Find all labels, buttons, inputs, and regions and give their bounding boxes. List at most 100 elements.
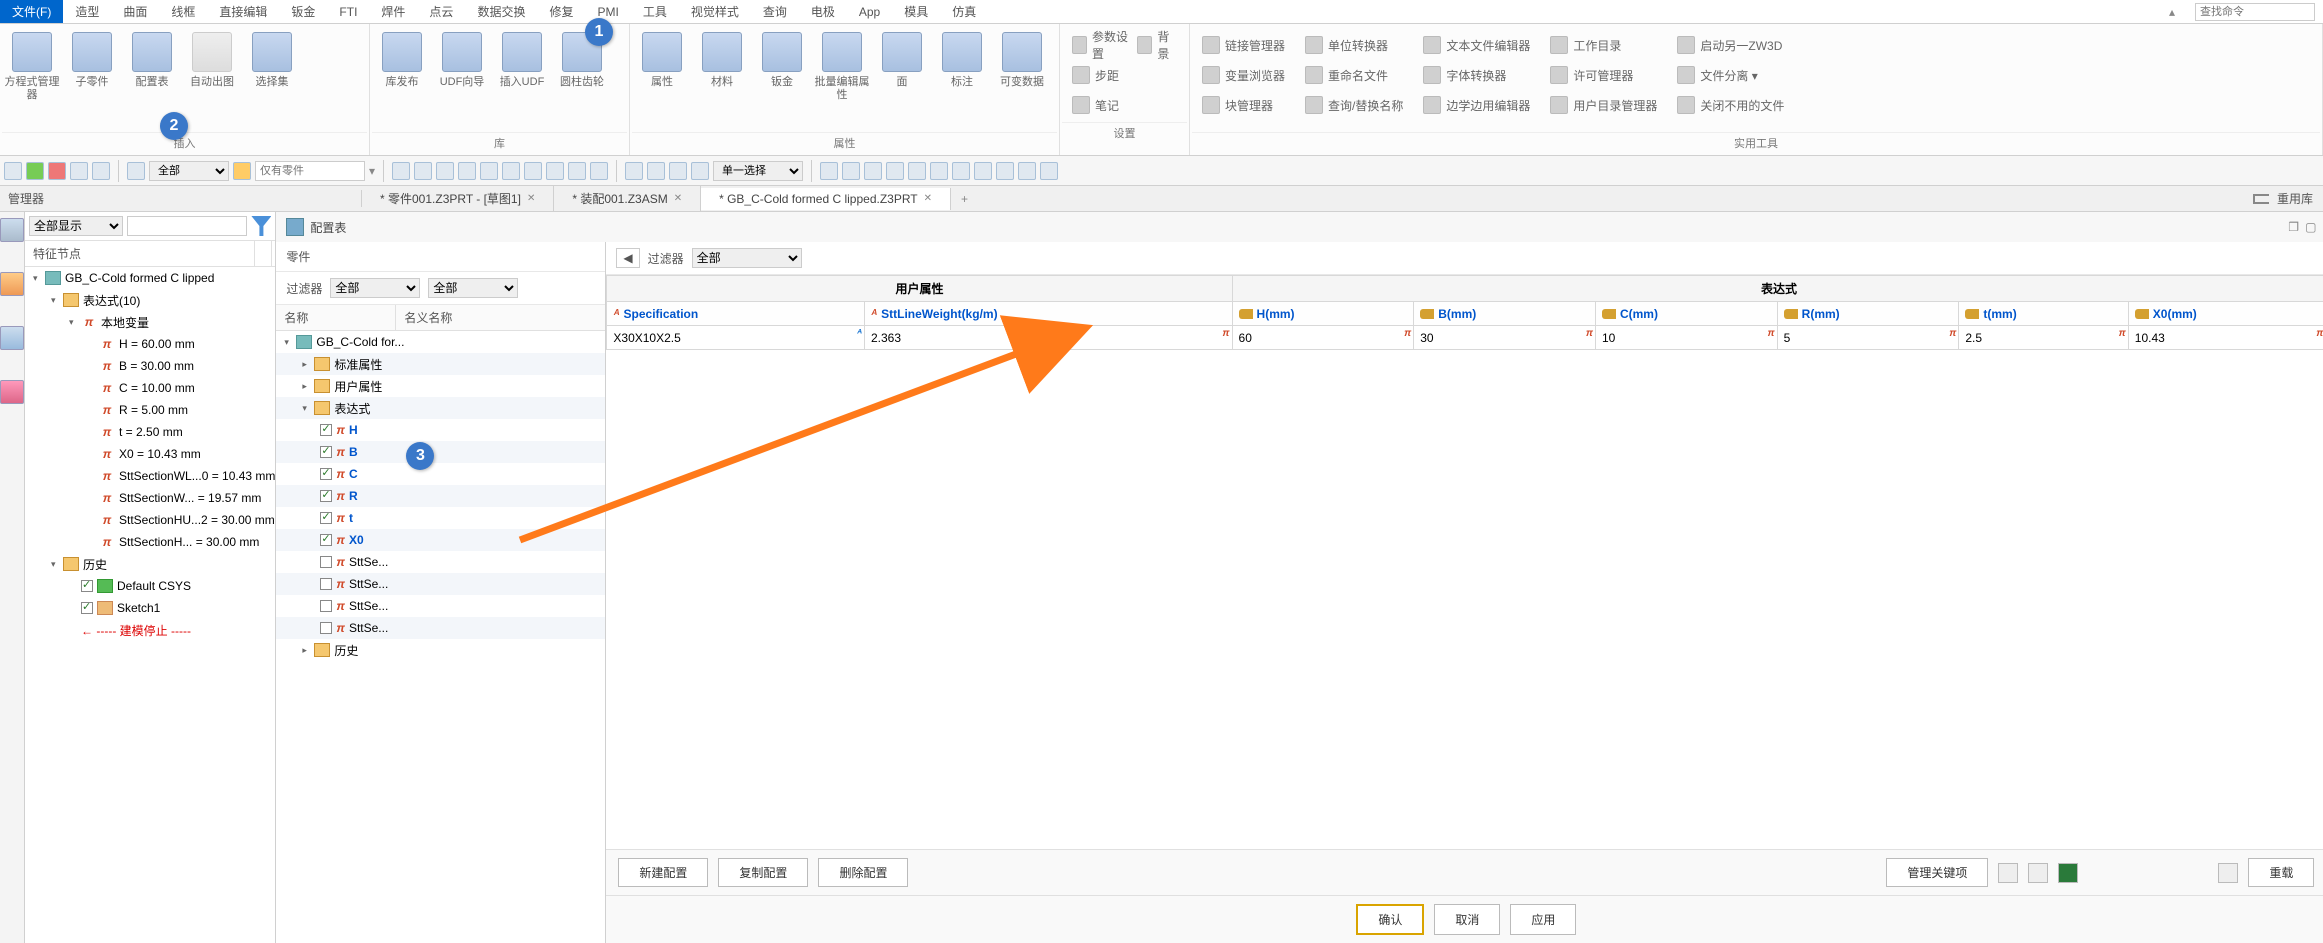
add-tab-button[interactable]: + [951,188,978,210]
tree-row[interactable]: πH = 60.00 mm [25,333,275,355]
config-tree-row[interactable]: πB [276,441,605,463]
cube-view-icon[interactable] [0,272,24,296]
cancel-button[interactable]: 取消 [1434,904,1500,935]
launch-another-button[interactable]: 启动另一ZW3D [1673,30,1788,60]
toolbar-icon[interactable] [974,162,992,180]
lib-publish-button[interactable]: 库发布 [372,28,432,132]
toolbar-icon[interactable] [414,162,432,180]
reuse-library-label[interactable]: 重用库 [2277,190,2323,207]
tree-row[interactable]: ▾历史 [25,553,275,575]
table-header[interactable]: R(mm) [1777,302,1959,326]
delete-config-button[interactable]: 删除配置 [818,858,908,887]
toolbar-icon[interactable] [930,162,948,180]
menu-item[interactable]: 查询 [751,0,799,23]
license-button[interactable]: 许可管理器 [1546,60,1661,90]
excel-icon[interactable] [2058,863,2078,883]
command-search-input[interactable] [2195,3,2315,21]
table-cell[interactable]: 10π [1595,326,1777,350]
tree-row[interactable]: πt = 2.50 mm [25,421,275,443]
maximize-icon[interactable]: ▢ [2305,220,2316,234]
manage-keys-button[interactable]: 管理关键项 [1886,858,1988,887]
table-header[interactable]: C(mm) [1595,302,1777,326]
tree-row[interactable]: Sketch1 [25,597,275,619]
new-config-button[interactable]: 新建配置 [618,858,708,887]
toolbar-icon[interactable] [952,162,970,180]
close-icon[interactable]: ✕ [527,193,535,204]
config-tree-row[interactable]: πR [276,485,605,507]
grid-icon[interactable] [70,162,88,180]
annotate-button[interactable]: 标注 [932,28,992,132]
tree-row[interactable]: πB = 30.00 mm [25,355,275,377]
toolbar-icon[interactable] [568,162,586,180]
note-button[interactable]: 笔记 [1068,90,1181,120]
tree-row[interactable]: ▾GB_C-Cold formed C lipped [25,267,275,289]
config-tree-row[interactable]: πH [276,419,605,441]
menu-item[interactable]: App [847,2,892,22]
apply-button[interactable]: 应用 [1510,904,1576,935]
nav-prev-button[interactable]: ◀ [616,248,639,268]
cube-icon[interactable] [233,162,251,180]
table-cell[interactable]: 10.43π [2128,326,2323,350]
toolbar-icon[interactable] [842,162,860,180]
toolbar-icon[interactable] [625,162,643,180]
table-cell[interactable]: 2.5π [1959,326,2128,350]
dots-icon[interactable] [92,162,110,180]
toolbar-icon[interactable] [996,162,1014,180]
menu-item[interactable]: 焊件 [369,0,417,23]
file-tab-active[interactable]: * GB_C-Cold formed C lipped.Z3PRT✕ [701,188,951,210]
toolbar-icon[interactable] [458,162,476,180]
file-tab[interactable]: * 装配001.Z3ASM✕ [554,186,701,211]
selectset-button[interactable]: 选择集 [242,28,302,132]
table-header[interactable]: ᴬSpecification [607,302,865,326]
tree-row[interactable]: πSttSectionWL...0 = 10.43 mm [25,465,275,487]
toolbar-icon[interactable] [691,162,709,180]
tree-row[interactable]: Default CSYS [25,575,275,597]
vardata-button[interactable]: 可变数据 [992,28,1052,132]
menu-item[interactable]: 线框 [159,0,207,23]
toolbar-icon[interactable] [886,162,904,180]
config-tree-row[interactable]: ▸历史 [276,639,605,661]
config-tree-row[interactable]: πSttSe... [276,573,605,595]
step-button[interactable]: 步距 [1068,60,1181,90]
minimize-ribbon-icon[interactable]: ▴ [2169,5,2175,19]
table-cell[interactable]: 60π [1232,326,1414,350]
tree-row[interactable]: πC = 10.00 mm [25,377,275,399]
find-replace-button[interactable]: 查询/替换名称 [1301,90,1407,120]
feature-tree[interactable]: ▾GB_C-Cold formed C lipped▾表达式(10)▾π本地变量… [25,267,275,943]
learn-editor-button[interactable]: 边学边用编辑器 [1419,90,1534,120]
copy-config-button[interactable]: 复制配置 [718,858,808,887]
subpart-button[interactable]: 子零件 [62,28,122,132]
manager-search-input[interactable] [127,216,247,236]
menu-item[interactable]: 电极 [799,0,847,23]
equation-manager-button[interactable]: 方程式管理器 [2,28,62,132]
table-header[interactable]: B(mm) [1414,302,1596,326]
batch-edit-button[interactable]: 批量编辑属性 [812,28,872,132]
filter-input[interactable] [255,161,365,181]
toolbar-icon[interactable] [820,162,838,180]
menu-tools[interactable]: 工具 [631,0,679,23]
menu-item[interactable]: 点云 [417,0,465,23]
config-tree-row[interactable]: πSttSe... [276,551,605,573]
face-button[interactable]: 面 [872,28,932,132]
table-header[interactable]: H(mm) [1232,302,1414,326]
udf-guide-button[interactable]: UDF向导 [432,28,492,132]
file-tab[interactable]: * 零件001.Z3PRT - [草图1]✕ [362,186,554,211]
menu-item[interactable]: FTI [327,2,369,22]
toolbar-icon[interactable] [864,162,882,180]
restore-icon[interactable]: ❐ [2288,220,2299,234]
chart-icon[interactable] [127,162,145,180]
toolbar-icon[interactable] [392,162,410,180]
toolbar-icon[interactable] [502,162,520,180]
workdir-button[interactable]: 工作目录 [1546,30,1661,60]
text-editor-button[interactable]: 文本文件编辑器 [1419,30,1534,60]
autodraw-button[interactable]: 自动出图 [182,28,242,132]
toolbar-icon[interactable] [546,162,564,180]
tree-row[interactable]: πX0 = 10.43 mm [25,443,275,465]
tree-row[interactable]: ▾表达式(10) [25,289,275,311]
select-mode-dropdown[interactable]: 单一选择 [713,161,803,181]
person-icon[interactable] [0,380,24,404]
config-tree-row[interactable]: ▾GB_C-Cold for... [276,331,605,353]
toolbar-icon[interactable] [436,162,454,180]
view-icon[interactable] [0,218,24,242]
refresh-icon[interactable] [2218,863,2238,883]
